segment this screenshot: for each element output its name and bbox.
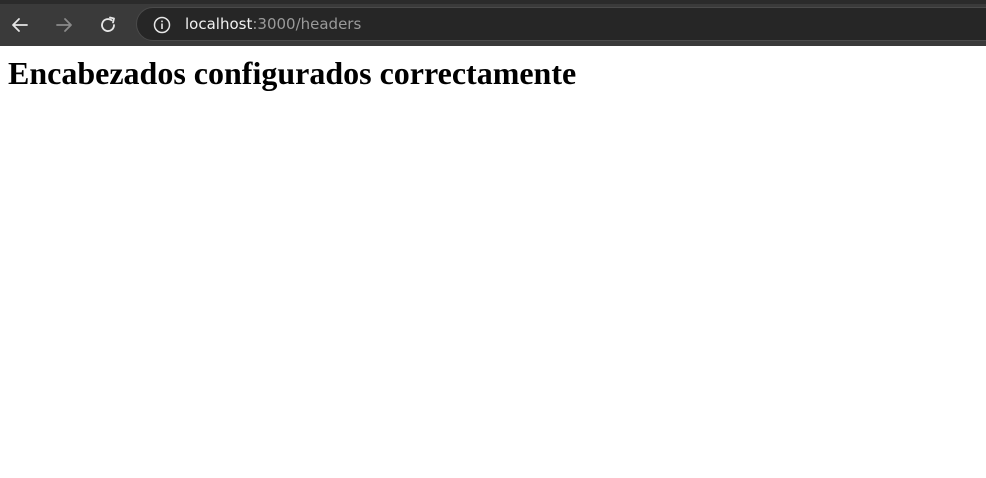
url-path: :3000/headers <box>252 15 362 33</box>
url-text[interactable]: localhost:3000/headers <box>185 14 361 34</box>
arrow-right-icon <box>56 18 72 32</box>
reload-icon <box>101 16 115 32</box>
back-button[interactable] <box>5 10 35 40</box>
page-content: Encabezados configurados correctamente <box>0 46 986 478</box>
arrow-left-icon <box>12 18 28 32</box>
forward-button[interactable] <box>49 10 79 40</box>
reload-button[interactable] <box>93 10 123 40</box>
url-host: localhost <box>185 15 253 33</box>
info-icon[interactable] <box>153 16 171 34</box>
address-bar[interactable]: localhost:3000/headers <box>136 7 986 41</box>
browser-toolbar: localhost:3000/headers <box>0 0 986 46</box>
page-heading: Encabezados configurados correctamente <box>8 55 577 91</box>
